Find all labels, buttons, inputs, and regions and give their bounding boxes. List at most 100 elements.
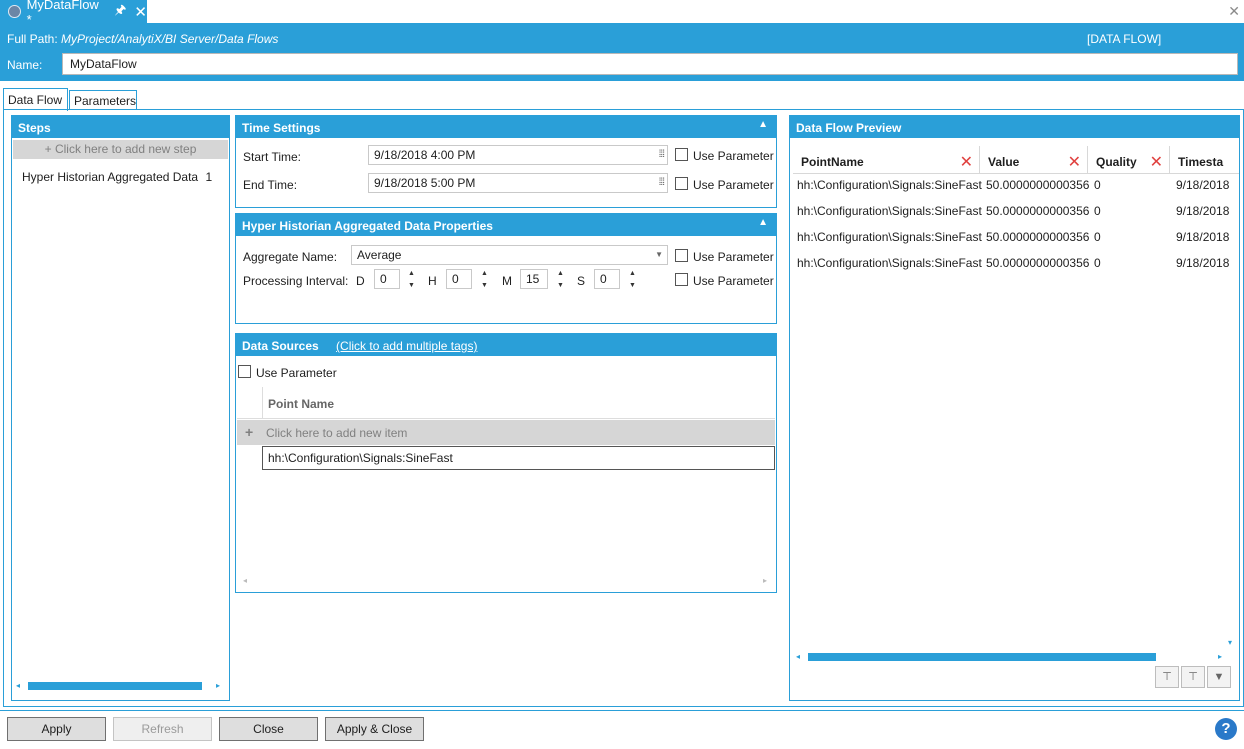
- cell-value: 50.0000000000356: [986, 204, 1090, 218]
- time-settings-panel: Time Settings ▲ Start Time: 9/18/2018 4:…: [235, 115, 777, 208]
- start-time-label: Start Time:: [243, 150, 302, 164]
- cell-quality: 0: [1094, 230, 1101, 244]
- scroll-left-icon[interactable]: ◂: [16, 681, 20, 690]
- steps-scrollbar[interactable]: [28, 682, 202, 690]
- start-use-parameter-checkbox[interactable]: [675, 148, 688, 161]
- minutes-input[interactable]: 15: [520, 269, 548, 289]
- start-use-parameter-label: Use Parameter: [693, 149, 774, 163]
- apply-close-button[interactable]: Apply & Close: [325, 717, 424, 741]
- window-close-icon[interactable]: ✕: [1228, 3, 1240, 20]
- days-up-icon[interactable]: ▲: [408, 270, 415, 277]
- point-name-column-header[interactable]: Point Name: [237, 387, 775, 419]
- cell-pointname: hh:\Configuration\Signals:SineFast: [797, 204, 982, 218]
- scroll-right-icon[interactable]: ▸: [763, 576, 767, 585]
- step-item-count: 1: [205, 170, 213, 184]
- grid-header-value[interactable]: Value ✕: [980, 146, 1088, 174]
- calendar-icon[interactable]: ⁞⁞⁞: [659, 174, 665, 192]
- scroll-left-icon[interactable]: ◂: [243, 576, 247, 585]
- aggregate-use-parameter-checkbox[interactable]: [675, 249, 688, 262]
- days-label: D: [356, 274, 365, 288]
- scroll-right-icon[interactable]: ▸: [216, 681, 220, 690]
- grid-header-quality[interactable]: Quality ✕: [1088, 146, 1170, 174]
- preview-header: Data Flow Preview: [790, 116, 1239, 138]
- start-time-field[interactable]: 9/18/2018 4:00 PM ⁞⁞⁞: [368, 145, 668, 165]
- help-icon[interactable]: ?: [1215, 718, 1237, 740]
- add-column-icon[interactable]: ⊤: [1155, 666, 1179, 688]
- column-divider: [262, 387, 263, 419]
- pin-icon[interactable]: 🖈: [114, 1, 126, 23]
- seconds-input[interactable]: 0: [594, 269, 620, 289]
- header-bar: Full Path: MyProject/AnalytiX/BI Server/…: [0, 23, 1244, 81]
- add-step-row[interactable]: + Click here to add new step: [13, 140, 228, 159]
- aggregate-name-select[interactable]: Average ▼: [351, 245, 668, 265]
- preview-scrollbar[interactable]: [808, 653, 1156, 661]
- calendar-icon[interactable]: ⁞⁞⁞: [659, 146, 665, 164]
- days-input[interactable]: 0: [374, 269, 400, 289]
- minutes-label: M: [502, 274, 512, 288]
- remove-columns-icon[interactable]: ⊤: [1181, 666, 1205, 688]
- step-item-label: Hyper Historian Aggregated Data: [22, 170, 199, 184]
- hours-up-icon[interactable]: ▲: [481, 270, 488, 277]
- remove-column-icon[interactable]: ✕: [960, 152, 973, 172]
- remove-column-icon[interactable]: ✕: [1068, 152, 1081, 172]
- aggregate-properties-panel: Hyper Historian Aggregated Data Properti…: [235, 213, 777, 324]
- minutes-down-icon[interactable]: ▼: [557, 282, 564, 289]
- end-time-field[interactable]: 9/18/2018 5:00 PM ⁞⁞⁞: [368, 173, 668, 193]
- apply-button[interactable]: Apply: [7, 717, 106, 741]
- filter-icon[interactable]: ▼: [1207, 666, 1231, 688]
- cell-pointname: hh:\Configuration\Signals:SineFast: [797, 230, 982, 244]
- grid-header-timestamp[interactable]: Timesta: [1170, 146, 1239, 174]
- cell-value: 50.0000000000356: [986, 230, 1090, 244]
- aggregate-name-value: Average: [357, 248, 402, 262]
- days-down-icon[interactable]: ▼: [408, 282, 415, 289]
- data-sources-header: Data Sources (Click to add multiple tags…: [236, 334, 776, 356]
- collapse-icon[interactable]: ▲: [758, 217, 768, 228]
- start-time-value: 9/18/2018 4:00 PM: [374, 148, 476, 162]
- add-item-row[interactable]: + Click here to add new item: [237, 420, 775, 445]
- seconds-down-icon[interactable]: ▼: [629, 282, 636, 289]
- tab-data-flow[interactable]: Data Flow: [3, 88, 68, 111]
- interval-use-parameter-label: Use Parameter: [693, 274, 774, 288]
- time-settings-header[interactable]: Time Settings ▲: [236, 116, 776, 138]
- seconds-up-icon[interactable]: ▲: [629, 270, 636, 277]
- cell-pointname: hh:\Configuration\Signals:SineFast: [797, 178, 982, 192]
- add-item-label: Click here to add new item: [266, 426, 408, 440]
- cell-value: 50.0000000000356: [986, 178, 1090, 192]
- aggregate-properties-header[interactable]: Hyper Historian Aggregated Data Properti…: [236, 214, 776, 236]
- document-tab[interactable]: MyDataFlow * 🖈 ✕: [0, 0, 147, 27]
- grid-header-label: Value: [988, 155, 1020, 169]
- hours-input[interactable]: 0: [446, 269, 472, 289]
- scroll-down-icon[interactable]: ▾: [1228, 638, 1232, 647]
- close-button[interactable]: Close: [219, 717, 318, 741]
- tab-parameters[interactable]: Parameters: [69, 90, 137, 110]
- name-label: Name:: [7, 58, 43, 72]
- remove-column-icon[interactable]: ✕: [1150, 152, 1163, 172]
- point-name-header-label: Point Name: [268, 397, 335, 411]
- hours-down-icon[interactable]: ▼: [481, 282, 488, 289]
- steps-header: Steps: [12, 116, 229, 138]
- end-use-parameter-label: Use Parameter: [693, 178, 774, 192]
- refresh-button[interactable]: Refresh: [113, 717, 212, 741]
- end-use-parameter-checkbox[interactable]: [675, 177, 688, 190]
- cell-timestamp: 9/18/2018: [1176, 256, 1230, 270]
- point-name-row[interactable]: hh:\Configuration\Signals:SineFast: [262, 446, 775, 470]
- cell-timestamp: 9/18/2018: [1176, 178, 1230, 192]
- chevron-down-icon: ▼: [655, 250, 663, 259]
- processing-interval-label: Processing Interval:: [243, 274, 349, 288]
- step-item[interactable]: Hyper Historian Aggregated Data 1: [22, 170, 212, 184]
- scroll-left-icon[interactable]: ◂: [796, 652, 800, 661]
- interval-use-parameter-checkbox[interactable]: [675, 273, 688, 286]
- cell-timestamp: 9/18/2018: [1176, 204, 1230, 218]
- data-sources-title: Data Sources: [242, 339, 319, 353]
- add-multiple-tags-link[interactable]: (Click to add multiple tags): [336, 339, 477, 353]
- end-time-label: End Time:: [243, 178, 298, 192]
- minutes-up-icon[interactable]: ▲: [557, 270, 564, 277]
- time-settings-title: Time Settings: [242, 121, 321, 135]
- sources-use-parameter-checkbox[interactable]: [238, 365, 251, 378]
- aggregate-name-label: Aggregate Name:: [243, 250, 338, 264]
- scroll-right-icon[interactable]: ▸: [1218, 652, 1222, 661]
- grid-header-pointname[interactable]: PointName ✕: [793, 146, 980, 174]
- collapse-icon[interactable]: ▲: [758, 119, 768, 130]
- name-input[interactable]: MyDataFlow: [62, 53, 1238, 75]
- close-tab-icon[interactable]: ✕: [134, 3, 147, 21]
